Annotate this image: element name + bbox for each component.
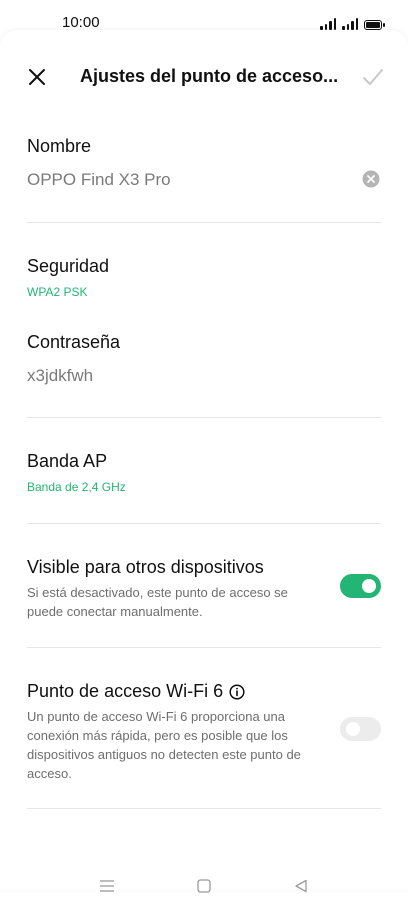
confirm-button[interactable] [356, 60, 390, 94]
divider [27, 647, 381, 648]
wifi6-description-line3: dispositivos antiguos no detecten este p… [27, 747, 301, 762]
security-value: WPA2 PSK [27, 285, 88, 299]
toggle-knob [362, 579, 376, 593]
divider [27, 222, 381, 223]
divider [27, 523, 381, 524]
battery-icon [364, 20, 385, 30]
status-time: 10:00 [62, 14, 100, 31]
signal-icon [342, 18, 358, 30]
page-title: Ajustes del punto de acceso... [80, 66, 339, 86]
divider [27, 417, 381, 418]
visible-toggle[interactable] [340, 574, 381, 598]
clear-name-button[interactable] [362, 170, 380, 188]
clear-icon [362, 170, 380, 188]
menu-icon [100, 880, 114, 892]
band-value: Banda de 2,4 GHz [27, 480, 126, 494]
wifi6-description-line1: Un punto de acceso Wi-Fi 6 proporciona u… [27, 709, 285, 724]
divider [27, 808, 381, 809]
wifi6-label-row: Punto de acceso Wi-Fi 6 [27, 681, 245, 702]
status-icons [320, 14, 385, 30]
visible-label: Visible para otros dispositivos [27, 557, 264, 577]
name-label: Nombre [27, 136, 92, 156]
toggle-knob [346, 722, 360, 736]
back-button[interactable] [291, 876, 311, 896]
info-icon[interactable] [229, 683, 245, 700]
wifi6-description-line4: acceso. [27, 766, 72, 781]
band-label: Banda AP [27, 451, 108, 471]
close-icon [29, 69, 45, 85]
name-input[interactable]: OPPO Find X3 Pro [27, 170, 171, 190]
hotspot-settings-sheet: Ajustes del punto de acceso... Nombre OP… [0, 30, 408, 890]
header: Ajustes del punto de acceso... [0, 30, 408, 120]
password-label: Contraseña [27, 332, 121, 352]
navigation-bar [0, 866, 408, 906]
wifi6-description-line2: conexión más rápida, pero es posible que… [27, 728, 288, 743]
home-icon [197, 879, 211, 893]
signal-icon [320, 18, 336, 30]
close-button[interactable] [20, 60, 54, 94]
wifi6-label: Punto de acceso Wi-Fi 6 [27, 681, 224, 701]
password-input[interactable]: x3jdkfwh [27, 366, 93, 386]
visible-description-line1: Si está desactivado, este punto de acces… [27, 585, 288, 600]
back-icon [295, 879, 307, 893]
menu-button[interactable] [97, 876, 117, 896]
check-icon [363, 69, 383, 85]
home-button[interactable] [194, 876, 214, 896]
wifi6-toggle[interactable] [340, 717, 381, 741]
security-label: Seguridad [27, 256, 110, 276]
visible-description-line2: puede conectar manualmente. [27, 604, 203, 619]
